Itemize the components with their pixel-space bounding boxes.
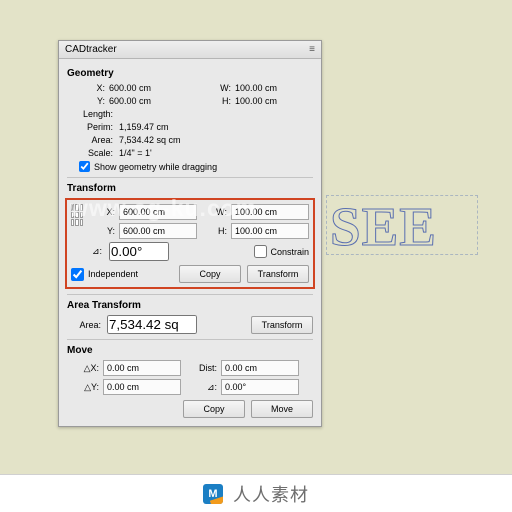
move-angle-input[interactable] xyxy=(221,379,299,395)
independent-label: Independent xyxy=(88,269,138,279)
constrain-checkbox[interactable] xyxy=(254,245,267,258)
canvas-selected-text[interactable]: SEE xyxy=(330,195,437,258)
geometry-grid: X: 600.00 cm W: 100.00 cm Y: 600.00 cm H… xyxy=(71,83,313,106)
geometry-scale-label: Scale: xyxy=(69,148,113,158)
geometry-x-label: X: xyxy=(71,83,105,93)
geometry-w-value: 100.00 cm xyxy=(235,83,325,93)
panel-menu-icon[interactable]: ≡ xyxy=(303,44,315,55)
transform-y-input[interactable] xyxy=(119,223,197,239)
geometry-heading: Geometry xyxy=(67,68,313,79)
transform-copy-button[interactable]: Copy xyxy=(179,265,241,283)
area-transform-heading: Area Transform xyxy=(67,300,313,311)
geometry-area-value: 7,534.42 sq cm xyxy=(119,135,313,145)
transform-h-input[interactable] xyxy=(231,223,309,239)
transform-angle-input[interactable] xyxy=(109,242,169,261)
independent-option[interactable]: Independent xyxy=(71,268,138,281)
geometry-perim-value: 1,159.47 cm xyxy=(119,122,313,132)
brand-logo-icon: M xyxy=(203,484,223,504)
geometry-length-value xyxy=(119,109,313,119)
show-geometry-while-dragging[interactable]: Show geometry while dragging xyxy=(79,161,313,172)
geometry-area-label: Area: xyxy=(69,135,113,145)
brand-text: 人人素材 xyxy=(233,481,309,507)
geometry-length-label: Length: xyxy=(69,109,113,119)
geometry-readouts: Length: Perim: 1,159.47 cm Area: 7,534.4… xyxy=(69,109,313,158)
area-transform-area-label: Area: xyxy=(67,320,101,330)
transform-w-label: W: xyxy=(201,207,227,217)
move-heading: Move xyxy=(67,345,313,356)
brand-logo-initial: M xyxy=(208,488,217,500)
geometry-h-label: H: xyxy=(203,96,231,106)
transform-y-label: Y: xyxy=(89,226,115,236)
move-dx-label: △X: xyxy=(67,363,99,374)
footer-brand: M 人人素材 xyxy=(0,474,512,512)
move-apply-button[interactable]: Move xyxy=(251,400,313,418)
transform-heading: Transform xyxy=(67,183,313,194)
move-angle-label: ⊿: xyxy=(185,382,217,393)
separator xyxy=(67,339,313,340)
panel-titlebar[interactable]: CADtracker ≡ xyxy=(59,41,321,59)
move-dist-input[interactable] xyxy=(221,360,299,376)
transform-x-label: X: xyxy=(89,207,115,217)
transform-h-label: H: xyxy=(201,226,227,236)
geometry-perim-label: Perim: xyxy=(69,122,113,132)
reference-point-grid[interactable] xyxy=(71,204,83,226)
transform-highlight-box: X: W: Y: H: ⊿: Constr xyxy=(65,198,315,289)
geometry-w-label: W: xyxy=(203,83,231,93)
separator xyxy=(67,177,313,178)
show-geometry-checkbox[interactable] xyxy=(79,161,90,172)
angle-icon: ⊿: xyxy=(89,246,105,257)
transform-x-input[interactable] xyxy=(119,204,197,220)
move-dy-label: △Y: xyxy=(67,382,99,393)
separator xyxy=(67,294,313,295)
constrain-label: Constrain xyxy=(270,247,309,257)
geometry-y-label: Y: xyxy=(71,96,105,106)
area-transform-button[interactable]: Transform xyxy=(251,316,313,334)
area-transform-area-input[interactable] xyxy=(107,315,197,334)
move-dx-input[interactable] xyxy=(103,360,181,376)
geometry-scale-value: 1/4" = 1' xyxy=(119,148,313,158)
transform-w-input[interactable] xyxy=(231,204,309,220)
geometry-x-value: 600.00 cm xyxy=(109,83,199,93)
cadtracker-panel: CADtracker ≡ Geometry X: 600.00 cm W: 10… xyxy=(58,40,322,427)
independent-checkbox[interactable] xyxy=(71,268,84,281)
panel-body: Geometry X: 600.00 cm W: 100.00 cm Y: 60… xyxy=(59,59,321,426)
move-dy-input[interactable] xyxy=(103,379,181,395)
show-geometry-label: Show geometry while dragging xyxy=(94,162,217,172)
constrain-option[interactable]: Constrain xyxy=(254,245,309,258)
geometry-h-value: 100.00 cm xyxy=(235,96,325,106)
move-dist-label: Dist: xyxy=(185,363,217,373)
transform-apply-button[interactable]: Transform xyxy=(247,265,309,283)
geometry-y-value: 600.00 cm xyxy=(109,96,199,106)
move-copy-button[interactable]: Copy xyxy=(183,400,245,418)
panel-title: CADtracker xyxy=(65,44,117,55)
